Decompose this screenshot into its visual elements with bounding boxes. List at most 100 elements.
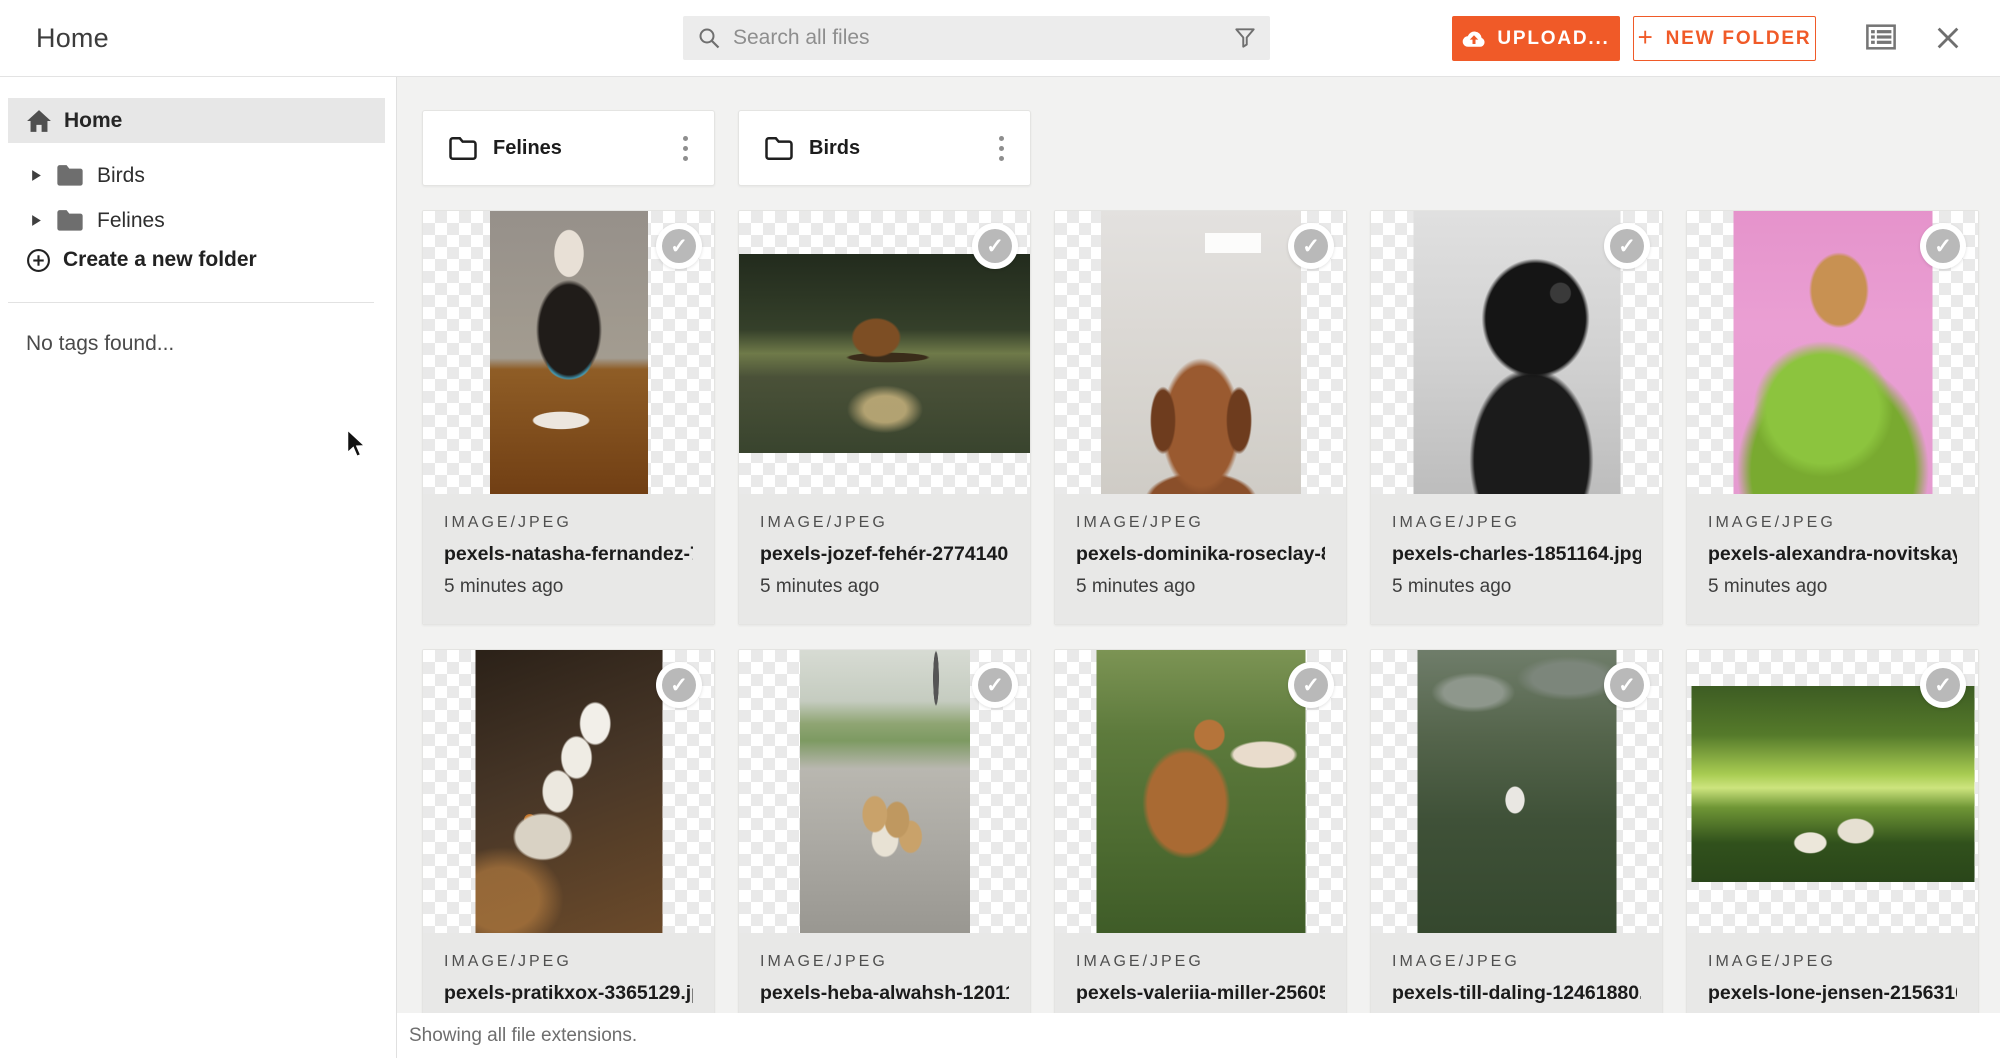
file-mimetype: IMAGE/JPEG <box>1076 953 1325 971</box>
file-meta: IMAGE/JPEG pexels-natasha-fernandez-733.… <box>423 494 714 625</box>
file-card[interactable]: ✓ IMAGE/JPEG pexels-lone-jensen-2156310.… <box>1686 649 1979 1058</box>
chevron-right-icon[interactable] <box>31 214 42 227</box>
file-name: pexels-dominika-roseclay-8952... <box>1076 543 1325 566</box>
file-name: pexels-heba-alwahsh-1201198... <box>760 982 1009 1005</box>
upload-button-label: UPLOAD... <box>1497 28 1609 50</box>
file-photo <box>1417 650 1616 933</box>
page-title: Home <box>36 0 109 77</box>
file-thumbnail: ✓ <box>1371 211 1662 494</box>
sidebar-item-birds[interactable]: Birds <box>0 153 385 198</box>
kebab-menu-icon[interactable] <box>993 130 1010 167</box>
chevron-right-icon[interactable] <box>31 169 42 182</box>
file-thumbnail: ✓ <box>1055 650 1346 933</box>
search-input[interactable] <box>721 26 1270 50</box>
sidebar-home-label: Home <box>64 109 122 133</box>
file-card[interactable]: ✓ IMAGE/JPEG pexels-natasha-fernandez-73… <box>422 210 715 625</box>
search-bar[interactable] <box>683 16 1270 60</box>
file-name: pexels-alexandra-novitskaya-2... <box>1708 543 1957 566</box>
file-photo <box>475 650 662 933</box>
file-name: pexels-valeriia-miller-2560510.... <box>1076 982 1325 1005</box>
kebab-menu-icon[interactable] <box>677 130 694 167</box>
folder-outline-icon <box>764 136 794 161</box>
folder-icon <box>56 209 84 232</box>
file-card[interactable]: ✓ IMAGE/JPEG pexels-dominika-roseclay-89… <box>1054 210 1347 625</box>
folder-card-label: Felines <box>493 137 562 160</box>
new-folder-button[interactable]: + NEW FOLDER <box>1633 16 1816 61</box>
folder-cards-row: Felines Birds <box>422 110 1031 186</box>
file-mimetype: IMAGE/JPEG <box>444 514 693 532</box>
file-picker-window: Home UPLOAD... + NEW FOLDER <box>0 0 2000 1058</box>
file-thumbnail: ✓ <box>1055 211 1346 494</box>
file-card[interactable]: ✓ IMAGE/JPEG pexels-heba-alwahsh-1201198… <box>738 649 1031 1058</box>
cloud-upload-icon <box>1462 29 1486 49</box>
sidebar-folder-label: Felines <box>97 209 165 233</box>
file-meta: IMAGE/JPEG pexels-charles-1851164.jpg 5 … <box>1371 494 1662 625</box>
file-name: pexels-jozef-fehér-2774140.jpg <box>760 543 1009 566</box>
file-photo <box>1733 211 1932 494</box>
select-check-icon[interactable]: ✓ <box>972 223 1018 269</box>
file-thumbnail: ✓ <box>423 650 714 933</box>
file-meta: IMAGE/JPEG pexels-dominika-roseclay-8952… <box>1055 494 1346 625</box>
file-name: pexels-charles-1851164.jpg <box>1392 543 1641 566</box>
sidebar-folder-label: Birds <box>97 164 145 188</box>
select-check-icon[interactable]: ✓ <box>1920 223 1966 269</box>
folder-card-label: Birds <box>809 137 860 160</box>
status-text: Showing all file extensions. <box>409 1025 637 1047</box>
select-check-icon[interactable]: ✓ <box>1604 662 1650 708</box>
file-time: 5 minutes ago <box>444 576 693 598</box>
circle-plus-icon <box>26 248 51 273</box>
file-photo <box>490 211 648 494</box>
folder-card-birds[interactable]: Birds <box>738 110 1031 186</box>
new-folder-button-label: NEW FOLDER <box>1666 28 1812 50</box>
file-card[interactable]: ✓ IMAGE/JPEG pexels-pratikxox-3365129.jp… <box>422 649 715 1058</box>
file-name: pexels-natasha-fernandez-733... <box>444 543 693 566</box>
file-time: 5 minutes ago <box>760 576 1009 598</box>
file-time: 5 minutes ago <box>1392 576 1641 598</box>
close-icon[interactable] <box>1934 24 1962 52</box>
select-check-icon[interactable]: ✓ <box>1920 662 1966 708</box>
sidebar: Home Birds Felines Create a new fo <box>0 77 397 1058</box>
file-grid-row-2: ✓ IMAGE/JPEG pexels-pratikxox-3365129.jp… <box>422 649 1979 1058</box>
main-content: Felines Birds ✓ IMAGE/JPEG pexels <box>397 77 2000 1058</box>
plus-icon: + <box>1638 22 1655 53</box>
create-folder-label: Create a new folder <box>63 248 257 272</box>
file-photo <box>738 254 1031 453</box>
folder-card-felines[interactable]: Felines <box>422 110 715 186</box>
file-thumbnail: ✓ <box>739 211 1030 494</box>
file-meta: IMAGE/JPEG pexels-alexandra-novitskaya-2… <box>1687 494 1978 625</box>
file-card[interactable]: ✓ IMAGE/JPEG pexels-jozef-fehér-2774140.… <box>738 210 1031 625</box>
search-icon <box>697 26 721 50</box>
file-card[interactable]: ✓ IMAGE/JPEG pexels-till-daling-12461880… <box>1370 649 1663 1058</box>
header-bar: Home UPLOAD... + NEW FOLDER <box>0 0 2000 77</box>
file-mimetype: IMAGE/JPEG <box>444 953 693 971</box>
file-name: pexels-till-daling-12461880.jpg <box>1392 982 1641 1005</box>
sidebar-item-felines[interactable]: Felines <box>0 198 385 243</box>
create-folder-button[interactable]: Create a new folder <box>26 240 257 280</box>
status-bar: Showing all file extensions. <box>397 1013 2000 1058</box>
select-check-icon[interactable]: ✓ <box>1604 223 1650 269</box>
file-name: pexels-pratikxox-3365129.jpg <box>444 982 693 1005</box>
select-check-icon[interactable]: ✓ <box>972 662 1018 708</box>
file-photo <box>1096 650 1305 933</box>
file-mimetype: IMAGE/JPEG <box>760 514 1009 532</box>
folder-outline-icon <box>448 136 478 161</box>
select-check-icon[interactable]: ✓ <box>656 662 702 708</box>
select-check-icon[interactable]: ✓ <box>1288 662 1334 708</box>
select-check-icon[interactable]: ✓ <box>1288 223 1334 269</box>
sidebar-item-home[interactable]: Home <box>8 98 385 143</box>
file-thumbnail: ✓ <box>423 211 714 494</box>
file-photo <box>800 650 970 933</box>
no-tags-text: No tags found... <box>26 332 174 356</box>
list-view-toggle-icon[interactable] <box>1866 24 1896 50</box>
file-card[interactable]: ✓ IMAGE/JPEG pexels-charles-1851164.jpg … <box>1370 210 1663 625</box>
file-thumbnail: ✓ <box>1687 650 1978 933</box>
select-check-icon[interactable]: ✓ <box>656 223 702 269</box>
file-photo <box>1691 686 1974 882</box>
file-photo <box>1101 211 1301 494</box>
filter-funnel-icon[interactable] <box>1232 25 1258 51</box>
sidebar-divider <box>8 302 374 303</box>
file-mimetype: IMAGE/JPEG <box>1708 514 1957 532</box>
upload-button[interactable]: UPLOAD... <box>1452 16 1620 61</box>
file-card[interactable]: ✓ IMAGE/JPEG pexels-valeriia-miller-2560… <box>1054 649 1347 1058</box>
file-card[interactable]: ✓ IMAGE/JPEG pexels-alexandra-novitskaya… <box>1686 210 1979 625</box>
